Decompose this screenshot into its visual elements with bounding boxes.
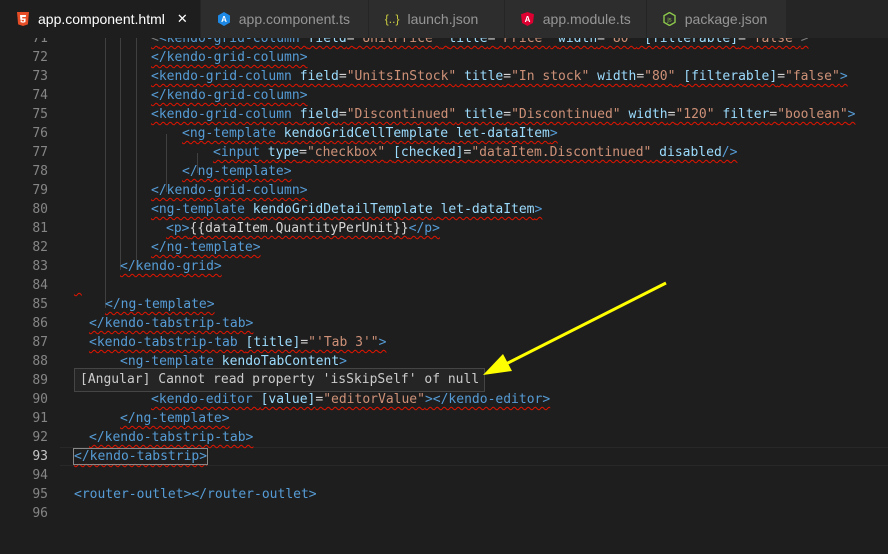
tab-label: package.json (684, 11, 768, 27)
code-line-74: </kendo-grid-column> (151, 88, 308, 103)
tab-label: app.component.ts (238, 11, 351, 27)
line-number: 75 (32, 107, 48, 122)
tab-app-component-ts[interactable]: A app.component.ts (200, 0, 369, 38)
code-line-78: </ng-template> (182, 164, 292, 179)
line-number: 88 (32, 354, 48, 369)
line-number: 96 (32, 506, 48, 521)
code-line-87: <kendo-tabstrip-tab [title]="'Tab 3'"> (89, 335, 387, 350)
svg-text:A: A (221, 15, 227, 24)
line-number: 71 (32, 38, 48, 46)
line-number: 77 (32, 145, 48, 160)
line-number: 91 (32, 411, 48, 426)
line-number-current: 93 (32, 449, 48, 464)
code-line-76: <ng-template kendoGridCellTemplate let-d… (182, 126, 558, 141)
code-line-93: </kendo-tabstrip> (72, 448, 209, 465)
line-number: 94 (32, 468, 48, 483)
tab-label: app.module.ts (542, 11, 631, 27)
code-line-90: <kendo-editor [value]="editorValue"></ke… (151, 392, 551, 407)
code-line-95: <router-outlet></router-outlet> (74, 487, 317, 502)
indent-guide (105, 38, 106, 308)
indent-guide (120, 38, 121, 270)
nodejs-icon: js (663, 12, 677, 26)
line-number: 85 (32, 297, 48, 312)
tab-package-json[interactable]: js package.json (646, 0, 787, 38)
code-line-91: </ng-template> (120, 411, 230, 426)
line-number: 89 (32, 373, 48, 388)
close-icon[interactable]: ✕ (177, 11, 188, 27)
code-line-80: <ng-template kendoGridDetailTemplate let… (151, 202, 543, 217)
line-number: 80 (32, 202, 48, 217)
json-braces-icon: {..} (384, 12, 400, 26)
line-number: 92 (32, 430, 48, 445)
indent-guide (136, 38, 137, 270)
line-number: 95 (32, 487, 48, 502)
code-line-75: <kendo-grid-column field="Discontinued" … (151, 107, 856, 122)
line-number: 74 (32, 88, 48, 103)
code-line-85: </ng-template> (105, 297, 215, 312)
tab-app-module-ts[interactable]: A app.module.ts (504, 0, 647, 38)
line-number-gutter: 71 72 73 74 75 76 77 78 79 80 81 82 83 8… (0, 38, 60, 554)
code-line-71: <<kendo-grid-column field="UnitPrice" ti… (151, 38, 809, 46)
angular-icon: A (521, 12, 535, 26)
code-line-92: </kendo-tabstrip-tab> (89, 430, 254, 445)
line-number: 79 (32, 183, 48, 198)
error-hover-tooltip: [Angular] Cannot read property 'isSkipSe… (74, 368, 486, 392)
typescript-icon: A (217, 12, 231, 26)
code-line-77: <input type="checkbox" [checked]="dataIt… (213, 145, 738, 160)
svg-text:js: js (667, 18, 672, 24)
code-editor[interactable]: 71 72 73 74 75 76 77 78 79 80 81 82 83 8… (0, 38, 888, 554)
code-line-81: <p>{{dataItem.QuantityPerUnit}}</p> (166, 221, 440, 236)
line-number: 73 (32, 69, 48, 84)
code-line-83: </kendo-grid> (120, 259, 222, 274)
html5-icon (16, 12, 30, 26)
line-number: 87 (32, 335, 48, 350)
line-number: 86 (32, 316, 48, 331)
line-number: 72 (32, 50, 48, 65)
line-number: 90 (32, 392, 48, 407)
line-number: 81 (32, 221, 48, 236)
code-line-79: </kendo-grid-column> (151, 183, 308, 198)
code-line-82: </ng-template> (151, 240, 261, 255)
line-number: 82 (32, 240, 48, 255)
line-number: 83 (32, 259, 48, 274)
line-number: 84 (32, 278, 48, 293)
line-number: 76 (32, 126, 48, 141)
svg-text:A: A (525, 15, 531, 24)
code-line-73: <kendo-grid-column field="UnitsInStock" … (151, 69, 848, 84)
code-line-86: </kendo-tabstrip-tab> (89, 316, 254, 331)
code-line-72: </kendo-grid-column> (151, 50, 308, 65)
tab-launch-json[interactable]: {..} launch.json (368, 0, 505, 38)
tab-label: app.component.html (38, 11, 165, 27)
editor-tab-bar: app.component.html ✕ A app.component.ts … (0, 0, 888, 38)
line-number: 78 (32, 164, 48, 179)
tab-app-component-html[interactable]: app.component.html ✕ (0, 0, 201, 38)
tab-label: launch.json (407, 11, 479, 27)
